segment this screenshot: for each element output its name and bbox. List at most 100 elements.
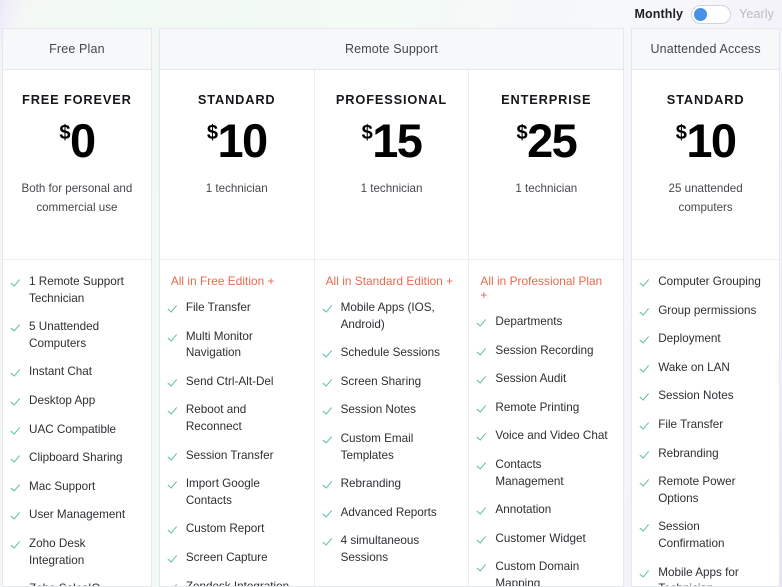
plan-column-free-forever[interactable]: FREE FOREVER $ 0 Both for personal and c… [3, 70, 151, 586]
feature-label: Session Audit [495, 372, 567, 386]
list-item: Rebranding [642, 446, 768, 463]
feature-label: 4 simultaneous Sessions [340, 534, 420, 565]
plan-price: $ 0 [59, 117, 96, 164]
list-item: User Management [13, 507, 140, 524]
check-icon [325, 301, 334, 312]
plan-subtitle: 1 technician [515, 182, 578, 195]
list-item: Reboot and Reconnect [170, 402, 303, 435]
group-body-unattended-access: STANDARD $ 10 25 unattended computers Co… [632, 70, 780, 586]
feature-label: Rebranding [658, 446, 719, 460]
feature-label: Departments [495, 315, 563, 328]
check-icon [170, 403, 179, 414]
list-item: Mobile Apps for Technician [642, 565, 768, 586]
feature-label: Contacts Management [495, 458, 564, 488]
price-box: STANDARD $ 10 1 technician [159, 70, 314, 260]
feature-label: UAC Compatible [29, 422, 117, 436]
plan-price: $ 15 [362, 114, 423, 167]
feature-label: File Transfer [658, 418, 724, 432]
check-icon [325, 403, 334, 414]
check-icon [642, 418, 651, 429]
toggle-label-yearly[interactable]: Yearly [739, 7, 774, 21]
plan-group-remote-support: Remote Support STANDARD $ 10 1 technicia… [158, 28, 625, 587]
check-icon [170, 522, 179, 533]
feature-label: Custom Domain Mapping [495, 560, 580, 586]
list-item: Custom Report [170, 521, 303, 538]
plan-column-unattended-standard[interactable]: STANDARD $ 10 25 unattended computers Co… [632, 70, 780, 586]
list-item: Mac Support [13, 479, 140, 496]
feature-label: Reboot and Reconnect [185, 403, 247, 434]
currency-symbol: $ [59, 122, 70, 144]
list-item: Mobile Apps (IOS, Android) [325, 300, 458, 333]
check-icon [479, 560, 488, 571]
check-icon [13, 423, 22, 434]
feature-label: File Transfer [185, 301, 251, 314]
list-item: Session Transfer [170, 448, 303, 465]
feature-list: 1 Remote Support Technician 5 Unattended… [3, 260, 151, 586]
list-item: Zoho Desk Integration [13, 536, 140, 569]
check-icon [170, 551, 179, 562]
feature-label: Session Transfer [185, 448, 274, 462]
list-item: Advanced Reports [325, 505, 458, 522]
check-icon [642, 566, 651, 577]
billing-period-switch[interactable] [691, 4, 732, 24]
feature-label: Wake on LAN [658, 360, 730, 374]
check-icon [13, 451, 22, 462]
feature-label: Remote Printing [495, 400, 580, 414]
check-icon [170, 375, 179, 386]
plan-column-enterprise[interactable]: ENTERPRISE $ 25 1 technician All in Prof… [468, 70, 624, 586]
feature-list: All in Free Edition + File Transfer Mult… [160, 260, 314, 586]
check-icon [325, 432, 334, 443]
check-icon [479, 532, 488, 543]
plan-tier-name: STANDARD [197, 92, 276, 107]
check-icon [642, 520, 651, 531]
feature-label: Voice and Video Chat [495, 429, 608, 443]
feature-list-header: All in Free Edition + [170, 274, 275, 288]
plan-column-standard[interactable]: STANDARD $ 10 1 technician All in Free E… [159, 70, 314, 586]
feature-label: Rebranding [340, 477, 402, 491]
list-item: Schedule Sessions [325, 345, 458, 362]
list-item: Session Confirmation [642, 519, 768, 552]
feature-label: Send Ctrl-Alt-Del [185, 374, 274, 388]
plan-column-professional[interactable]: PROFESSIONAL $ 15 1 technician All in St… [313, 70, 469, 586]
list-item: Annotation [479, 502, 612, 519]
feature-label: Screen Sharing [340, 374, 422, 388]
feature-label: Instant Chat [29, 365, 93, 379]
list-item: Clipboard Sharing [13, 450, 140, 467]
list-item: Import Google Contacts [170, 476, 303, 509]
billing-toggle-bar: Monthly Yearly [0, 0, 782, 28]
feature-label: User Management [29, 508, 126, 522]
check-icon [13, 365, 22, 376]
feature-label: Deployment [658, 332, 721, 346]
list-item: Rebranding [325, 476, 458, 493]
check-icon [13, 582, 22, 586]
feature-label: Screen Capture [185, 551, 268, 565]
group-body-free-plan: FREE FOREVER $ 0 Both for personal and c… [3, 70, 151, 586]
check-icon [642, 475, 651, 486]
check-icon [13, 537, 22, 548]
feature-label: Annotation [495, 503, 552, 517]
list-item: Zendesk Integration [170, 579, 303, 586]
price-box: PROFESSIONAL $ 15 1 technician [314, 70, 469, 260]
check-icon [170, 477, 179, 488]
check-icon [479, 458, 488, 469]
feature-label: Desktop App [29, 394, 96, 408]
list-item: Contacts Management [479, 457, 612, 490]
currency-symbol: $ [206, 122, 218, 144]
list-item: Session Notes [325, 402, 458, 419]
list-item: Remote Printing [479, 400, 612, 417]
plan-group-free-plan: Free Plan FREE FOREVER $ 0 Both for pers… [2, 28, 152, 587]
feature-label: Zoho SalesIQ Integration [29, 581, 140, 586]
list-item: UAC Compatible [13, 422, 140, 439]
list-item: Group permissions [642, 303, 768, 320]
feature-label: Mac Support [29, 479, 96, 493]
group-title-free-plan: Free Plan [3, 29, 151, 70]
check-icon [170, 449, 179, 460]
check-icon [642, 361, 651, 372]
feature-label: Advanced Reports [340, 505, 437, 519]
price-amount: 15 [372, 114, 423, 167]
plan-subtitle: Both for personal and commercial use [21, 182, 133, 214]
price-box: STANDARD $ 10 25 unattended computers [632, 70, 780, 260]
feature-label: Zendesk Integration [186, 579, 289, 586]
toggle-label-monthly[interactable]: Monthly [635, 7, 684, 21]
group-body-remote-support: STANDARD $ 10 1 technician All in Free E… [159, 70, 624, 586]
